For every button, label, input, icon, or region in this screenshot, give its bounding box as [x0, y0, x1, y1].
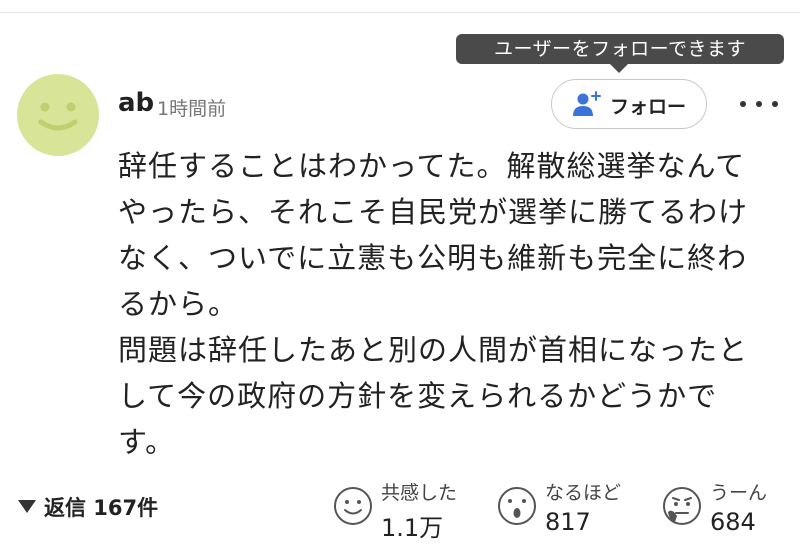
- reaction-empathize-button[interactable]: 共感した 1.1万: [333, 478, 473, 542]
- top-divider: [0, 12, 800, 13]
- follow-button-label: フォロー: [610, 96, 687, 118]
- username[interactable]: ab: [118, 88, 154, 118]
- comment-line: す。: [118, 425, 176, 459]
- thinking-face-icon: [662, 486, 702, 530]
- reaction-uun-button[interactable]: うーん 684: [662, 478, 782, 538]
- comment-body: 辞任することはわかってた。解散総選挙なんて やったら、それこそ自民党が選挙に勝て…: [118, 143, 778, 465]
- reaction-naruhodo-button[interactable]: なるほど 817: [497, 478, 637, 538]
- avatar-face-icon: [38, 102, 78, 131]
- avatar[interactable]: [17, 74, 99, 156]
- reaction-label: なるほど: [545, 482, 622, 504]
- smile-face-icon: [333, 486, 373, 530]
- follow-button[interactable]: フォロー: [551, 79, 707, 129]
- comment-line: やったら、それこそ自民党が選挙に勝てるわけ: [118, 195, 749, 229]
- comment-line: して今の政府の方針を変えられるかどうかで: [118, 379, 718, 413]
- comment-line: るから。: [118, 287, 239, 321]
- reaction-count: 1.1万: [381, 514, 444, 542]
- follow-tooltip: ユーザーをフォローできます: [456, 34, 784, 64]
- comment-line: 辞任することはわかってた。解散総選挙なんて: [118, 149, 746, 183]
- reaction-count: 684: [710, 508, 756, 536]
- replies-label: 返信 167件: [44, 496, 159, 520]
- reaction-label: 共感した: [381, 482, 458, 504]
- timestamp: 1時間前: [157, 98, 227, 120]
- triangle-down-icon: [18, 500, 36, 513]
- more-options-icon[interactable]: [738, 93, 780, 115]
- comment-line: なく、ついでに立憲も公明も維新も完全に終わ: [118, 241, 748, 275]
- surprised-face-icon: [497, 486, 537, 530]
- tooltip-arrow: [610, 64, 628, 73]
- reaction-label: うーん: [710, 482, 768, 504]
- add-person-icon: [572, 90, 602, 122]
- reaction-count: 817: [545, 508, 591, 536]
- comment-line: 問題は辞任したあと別の人間が首相になったと: [118, 333, 749, 367]
